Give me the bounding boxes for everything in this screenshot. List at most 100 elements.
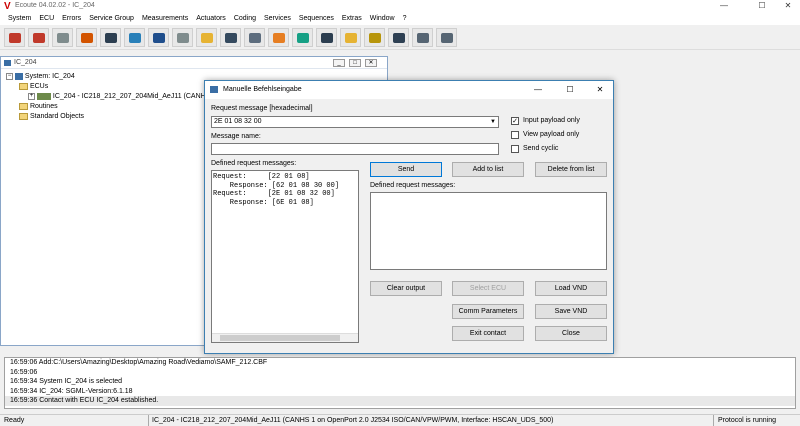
expand-icon[interactable]: + xyxy=(28,92,35,100)
send-button[interactable]: Send xyxy=(370,162,442,177)
folder-icon xyxy=(19,112,28,120)
menu-item-extras[interactable]: Extras xyxy=(338,13,366,25)
status-connection: IC_204 - IC218_212_207_204Mid_AeJ11 (CAN… xyxy=(152,417,554,424)
defined-messages-list[interactable] xyxy=(370,192,607,270)
view-payload-only-checkbox[interactable] xyxy=(511,131,519,139)
network-icon xyxy=(249,33,261,43)
menu-item-ecu[interactable]: ECU xyxy=(35,13,58,25)
menu-item-measurements[interactable]: Measurements xyxy=(138,13,192,25)
log-row[interactable]: 16:59:34 IC_204: SGML-Version:6.1.18 xyxy=(5,387,795,397)
connect-icon xyxy=(33,33,45,43)
message-name-input[interactable] xyxy=(211,143,499,155)
users-icon xyxy=(417,33,429,43)
gear-icon xyxy=(369,33,381,43)
select-ecu-button[interactable]: Select ECU xyxy=(452,281,524,296)
tree-ecus[interactable]: ECUs xyxy=(6,82,206,92)
menu-item-services[interactable]: Services xyxy=(260,13,295,25)
delete-from-list-button[interactable]: Delete from list xyxy=(535,162,607,177)
check-icon xyxy=(57,33,69,43)
toolbar-button-car[interactable] xyxy=(100,28,121,47)
output-line: Response: [62 01 08 30 00] xyxy=(213,181,340,190)
save-vnd-button[interactable]: Save VND xyxy=(535,304,607,319)
toolbar-button-table[interactable] xyxy=(172,28,193,47)
toolbar-button-check[interactable] xyxy=(52,28,73,47)
toolbar-button-data[interactable] xyxy=(292,28,313,47)
data-icon xyxy=(297,33,309,43)
request-message-value: 2E 01 08 32 00 xyxy=(214,118,262,125)
input-payload-only-label: Input payload only xyxy=(523,117,580,124)
clear-output-button[interactable]: Clear output xyxy=(370,281,442,296)
menu-item-window[interactable]: Window xyxy=(366,13,399,25)
menu-bar: System ECU Errors Service Group Measurements… xyxy=(0,13,800,25)
toolbar-button-flash[interactable] xyxy=(268,28,289,47)
log-panel[interactable]: 16:59:06 Add:C:\Users\Amazing\Desktop\Am… xyxy=(4,357,796,409)
menu-item-actuators[interactable]: Actuators xyxy=(192,13,230,25)
menu-item-coding[interactable]: Coding xyxy=(230,13,260,25)
toolbar-button-export[interactable] xyxy=(436,28,457,47)
status-divider xyxy=(148,415,149,426)
menu-item-system[interactable]: System xyxy=(4,13,35,25)
dialog-maximize-button[interactable]: ☐ xyxy=(555,81,585,99)
output-text: Request: [22 01 08] Response: [62 01 08 … xyxy=(212,171,358,209)
menu-item-errors[interactable]: Errors xyxy=(58,13,85,25)
toolbar-button-refresh[interactable] xyxy=(76,28,97,47)
child-maximize-button[interactable]: □ xyxy=(349,59,361,67)
log-row[interactable]: 16:59:06 Add:C:\Users\Amazing\Desktop\Am… xyxy=(5,358,795,368)
toolbar-button-report[interactable] xyxy=(340,28,361,47)
input-payload-only-checkbox[interactable]: ✓ xyxy=(511,117,519,125)
comm-parameters-button[interactable]: Comm Parameters xyxy=(452,304,524,319)
scrollbar-thumb[interactable] xyxy=(220,335,340,341)
car-icon xyxy=(105,33,117,43)
dialog-minimize-button[interactable]: — xyxy=(523,81,553,99)
toolbar-button-house[interactable] xyxy=(388,28,409,47)
dialog-close-button[interactable]: ✕ xyxy=(585,81,615,99)
exit-contact-button[interactable]: Exit contact xyxy=(452,326,524,341)
maximize-button[interactable]: ☐ xyxy=(748,0,776,13)
toolbar-button-eye[interactable] xyxy=(220,28,241,47)
horizontal-scrollbar[interactable] xyxy=(212,333,358,342)
log-row[interactable]: 16:59:36 Contact with ECU IC_204 establi… xyxy=(5,396,795,406)
child-close-button[interactable]: ✕ xyxy=(365,59,377,67)
toolbar-button-connect[interactable] xyxy=(28,28,49,47)
status-divider xyxy=(713,415,714,426)
tree-ecu-item[interactable]: + IC_204 - IC218_212_207_204Mid_AeJ11 (C… xyxy=(6,92,206,102)
toolbar-button-ecu-list[interactable] xyxy=(124,28,145,47)
toolbar-button-grid[interactable] xyxy=(316,28,337,47)
output-line: Request: [2E 01 08 32 00] xyxy=(213,190,335,198)
output-panel[interactable]: Request: [22 01 08] Response: [62 01 08 … xyxy=(211,170,359,343)
toolbar-button-disconnect[interactable] xyxy=(4,28,25,47)
add-to-list-button[interactable]: Add to list xyxy=(452,162,524,177)
close-dialog-button[interactable]: Close xyxy=(535,326,607,341)
folder-icon xyxy=(19,102,28,110)
standard-objects-label: Standard Objects xyxy=(29,113,85,120)
tree-standard-objects[interactable]: Standard Objects xyxy=(6,112,206,122)
title-bar: V Ecoute 04.02.02 - IC_204 — ☐ ✕ xyxy=(0,0,800,13)
child-title: IC_204 xyxy=(14,59,37,66)
menu-item-help[interactable]: ? xyxy=(399,13,411,25)
tree-routines[interactable]: Routines xyxy=(6,102,206,112)
menu-item-service-group[interactable]: Service Group xyxy=(85,13,138,25)
collapse-icon[interactable]: − xyxy=(6,72,13,80)
message-name-label: Message name: xyxy=(211,133,261,140)
log-row[interactable]: 16:59:34 System IC_204 is selected xyxy=(5,377,795,387)
house-icon xyxy=(393,33,405,43)
child-title-bar: IC_204 _ □ ✕ xyxy=(1,57,387,69)
toolbar-button-vehicle[interactable] xyxy=(148,28,169,47)
send-cyclic-checkbox[interactable] xyxy=(511,145,519,153)
child-minimize-button[interactable]: _ xyxy=(333,59,345,67)
toolbar-button-gear[interactable] xyxy=(364,28,385,47)
menu-item-sequences[interactable]: Sequences xyxy=(295,13,338,25)
close-button[interactable]: ✕ xyxy=(774,0,800,13)
ecu-list-icon xyxy=(129,33,141,43)
tree-root[interactable]: − System: IC_204 xyxy=(6,72,206,82)
load-vnd-button[interactable]: Load VND xyxy=(535,281,607,296)
log-row[interactable]: 16:59:06 xyxy=(5,368,795,378)
report-icon xyxy=(345,33,357,43)
toolbar-button-folder[interactable] xyxy=(196,28,217,47)
request-message-combo[interactable]: 2E 01 08 32 00 ▼ xyxy=(211,116,499,128)
minimize-button[interactable]: — xyxy=(710,0,738,13)
toolbar-button-users[interactable] xyxy=(412,28,433,47)
request-message-label: Request message [hexadecimal] xyxy=(211,105,313,112)
toolbar-button-network[interactable] xyxy=(244,28,265,47)
chevron-down-icon[interactable]: ▼ xyxy=(490,117,496,127)
